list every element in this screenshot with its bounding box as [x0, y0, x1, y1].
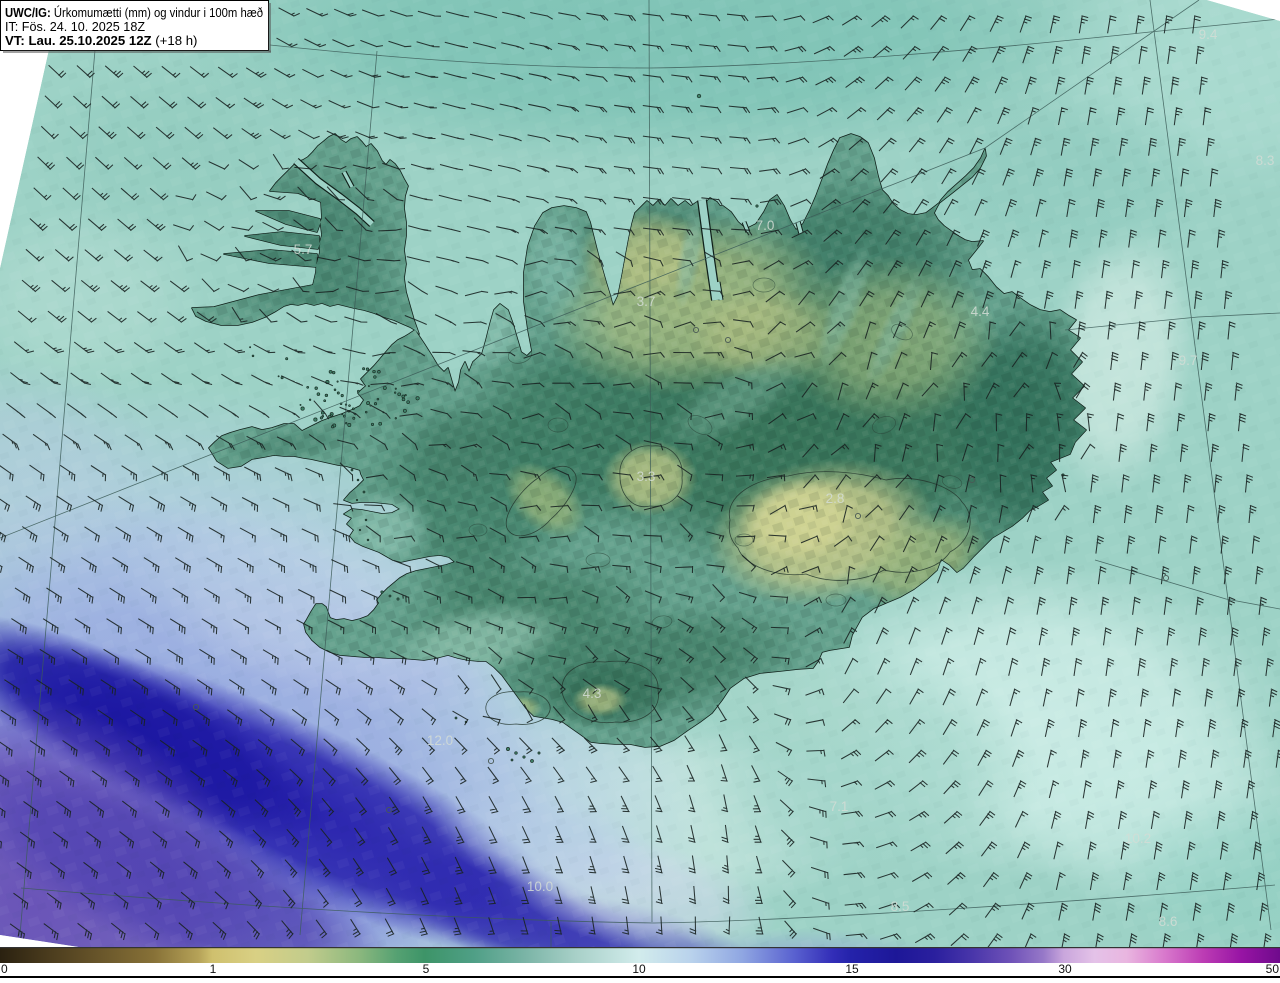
svg-text:10: 10: [632, 962, 646, 976]
svg-text:9.7: 9.7: [1179, 353, 1198, 368]
svg-text:UWC/IG: Úrkomumætti (mm) og vi: UWC/IG: Úrkomumætti (mm) og vindur i 100…: [5, 5, 263, 20]
svg-text:2.8: 2.8: [826, 491, 845, 506]
svg-text:4.3: 4.3: [583, 686, 602, 701]
svg-text:8.6: 8.6: [1159, 914, 1178, 929]
svg-text:VT: Lau. 25.10.2025 12Z (+18 h: VT: Lau. 25.10.2025 12Z (+18 h): [5, 33, 197, 48]
svg-text:12.0: 12.0: [427, 733, 453, 748]
svg-text:7.0: 7.0: [756, 218, 775, 233]
svg-text:7.1: 7.1: [830, 799, 849, 814]
svg-text:IT: Fös. 24. 10. 2025 18Z: IT: Fös. 24. 10. 2025 18Z: [5, 20, 145, 34]
svg-text:5: 5: [423, 962, 430, 976]
svg-text:4.4: 4.4: [971, 304, 990, 319]
svg-text:1: 1: [210, 962, 217, 976]
svg-text:5.7: 5.7: [294, 242, 313, 257]
svg-text:0: 0: [1, 962, 8, 976]
svg-text:8.5: 8.5: [891, 899, 910, 914]
svg-text:30: 30: [1058, 962, 1072, 976]
svg-text:50: 50: [1266, 962, 1280, 976]
svg-text:3.3: 3.3: [637, 469, 656, 484]
svg-text:10.2: 10.2: [1125, 831, 1151, 846]
svg-text:15: 15: [845, 962, 859, 976]
svg-text:9.4: 9.4: [1199, 27, 1218, 42]
svg-text:3.7: 3.7: [637, 294, 656, 309]
svg-text:8.3: 8.3: [1256, 153, 1275, 168]
svg-text:10.0: 10.0: [527, 879, 553, 894]
